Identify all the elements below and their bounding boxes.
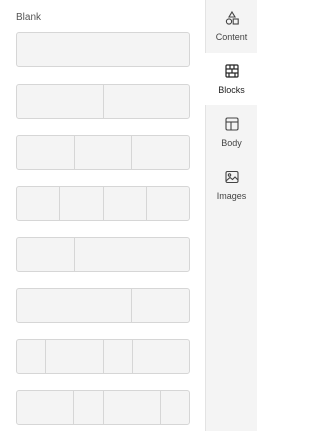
block-2-columns-equal[interactable] bbox=[16, 84, 190, 119]
block-4-columns-2-1-2-1[interactable] bbox=[16, 390, 190, 425]
tab-blocks-label: Blocks bbox=[218, 85, 245, 95]
blocks-icon bbox=[224, 64, 239, 78]
tab-blocks[interactable]: Blocks bbox=[205, 53, 258, 105]
block-column bbox=[131, 136, 189, 169]
block-column bbox=[73, 391, 102, 424]
block-4-columns-1-2-1-2[interactable] bbox=[16, 339, 190, 374]
block-4-columns-equal[interactable] bbox=[16, 186, 190, 221]
block-2-columns-1-2[interactable] bbox=[16, 237, 190, 272]
block-column bbox=[102, 391, 160, 424]
tab-content[interactable]: Content bbox=[205, 0, 258, 52]
shapes-icon bbox=[225, 10, 239, 25]
block-column bbox=[17, 340, 45, 373]
block-column bbox=[145, 187, 189, 220]
tab-images[interactable]: Images bbox=[205, 159, 258, 211]
block-column bbox=[17, 33, 189, 66]
block-1-column[interactable] bbox=[16, 32, 190, 67]
block-column bbox=[17, 289, 131, 322]
block-column bbox=[59, 187, 102, 220]
layout-icon bbox=[224, 117, 239, 131]
block-column bbox=[45, 340, 102, 373]
tab-body-label: Body bbox=[221, 138, 242, 148]
tab-body[interactable]: Body bbox=[205, 106, 258, 158]
tab-images-label: Images bbox=[216, 191, 247, 201]
block-column bbox=[102, 340, 132, 373]
block-column bbox=[17, 391, 73, 424]
tab-content-label: Content bbox=[215, 32, 248, 42]
block-column bbox=[159, 391, 189, 424]
block-3-columns-equal[interactable] bbox=[16, 135, 190, 170]
block-2-columns-2-1[interactable] bbox=[16, 288, 190, 323]
block-column bbox=[17, 238, 74, 271]
block-column bbox=[102, 85, 190, 118]
block-column bbox=[17, 187, 59, 220]
block-column bbox=[131, 289, 189, 322]
section-label: Blank bbox=[16, 12, 42, 23]
block-column bbox=[102, 187, 146, 220]
block-column bbox=[131, 340, 189, 373]
block-column bbox=[73, 136, 132, 169]
block-column bbox=[74, 238, 189, 271]
editor-sidebar: Content Blocks Body Images bbox=[200, 0, 258, 431]
block-column bbox=[17, 85, 103, 118]
blocks-panel: Blank bbox=[0, 0, 205, 431]
images-icon bbox=[224, 170, 239, 184]
block-column bbox=[17, 136, 74, 169]
